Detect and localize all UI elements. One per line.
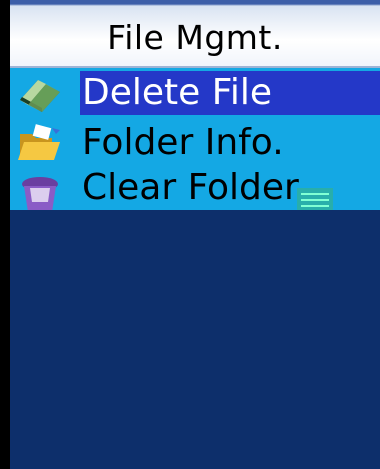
title-bar: File Mgmt. <box>10 0 380 68</box>
menu-item-label: Folder Info. <box>82 122 284 163</box>
menu-panel: Delete File Folder Info. Clear Folder <box>10 68 380 469</box>
phone-screen: File Mgmt. Delete File Folder Info. Clea… <box>0 0 380 469</box>
menu-item-delete-file[interactable]: Delete File <box>10 68 380 118</box>
menu-item-label: Delete File <box>80 71 380 115</box>
eraser-icon <box>20 80 60 112</box>
page-title: File Mgmt. <box>107 17 283 57</box>
trash-bin-icon <box>22 177 58 210</box>
scroll-indicator-icon <box>297 188 333 210</box>
menu-item-label: Clear Folder <box>82 168 299 208</box>
menu-item-folder-info[interactable]: Folder Info. <box>10 118 380 168</box>
left-edge <box>0 68 10 469</box>
folder-icon <box>18 124 60 160</box>
